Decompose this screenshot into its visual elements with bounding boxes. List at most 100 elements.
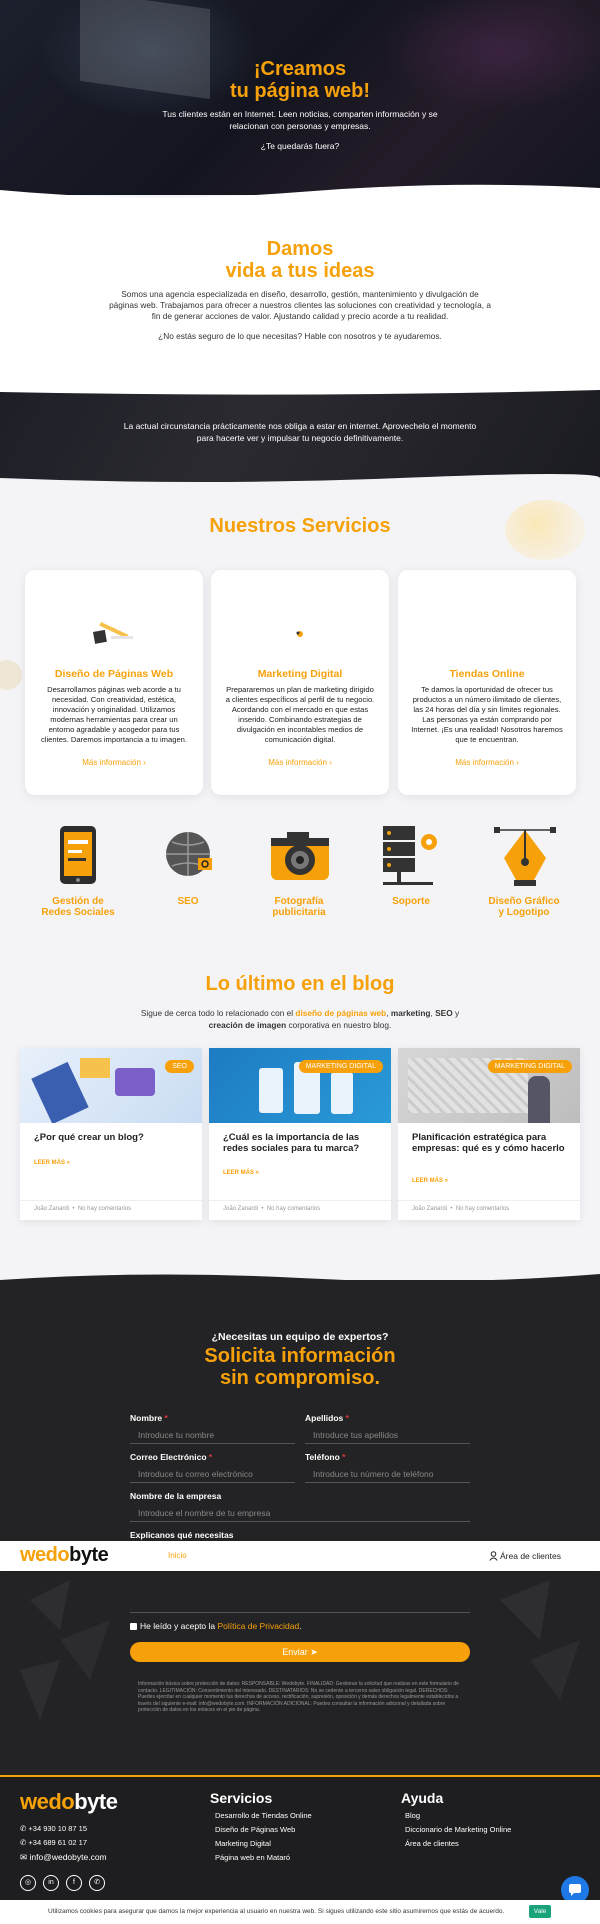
blog-post-card[interactable]: MARKETING DIGITAL ¿Cuál es la importanci…	[209, 1048, 391, 1220]
post-title[interactable]: ¿Cuál es la importancia de las redes soc…	[223, 1132, 377, 1154]
blog-post-card[interactable]: MARKETING DIGITAL Planificación estratég…	[398, 1048, 580, 1220]
category-badge[interactable]: MARKETING DIGITAL	[298, 1060, 383, 1073]
footer-link[interactable]: Blog	[405, 1811, 420, 1820]
apellidos-label: Apellidos *	[305, 1413, 349, 1423]
chat-bubble-icon	[569, 1884, 581, 1896]
card-more-link[interactable]: Más información ›	[25, 758, 203, 767]
phone-icon: ✆	[20, 1838, 27, 1847]
service-label: Gestión de Redes Sociales	[41, 896, 115, 918]
footer-link[interactable]: Diccionario de Marketing Online	[405, 1825, 511, 1834]
correo-label: Correo Electrónico *	[130, 1452, 213, 1462]
service-label: SEO	[177, 896, 199, 907]
nav-item-inicio[interactable]: Inicio	[168, 1551, 187, 1560]
correo-input[interactable]: Introduce tu correo electrónico	[130, 1465, 295, 1483]
card-more-link[interactable]: Más información ›	[211, 758, 389, 767]
service-photography[interactable]: Fotografía publicitaria	[249, 820, 349, 920]
legal-text: Información básica sobre protección de d…	[138, 1681, 459, 1713]
client-area-link[interactable]: Área de clientes	[500, 1551, 561, 1561]
blog-title: Lo último en el blog	[205, 973, 395, 995]
privacy-policy-link[interactable]: Política de Privacidad	[218, 1621, 300, 1631]
card-title: Diseño de Páginas Web	[54, 668, 174, 680]
server-gear-icon	[383, 826, 437, 885]
read-more-link[interactable]: LEER MÁS »	[223, 1170, 259, 1176]
service-graphic-design[interactable]: Diseño Gráfico y Logotipo	[474, 820, 574, 920]
footer-logo[interactable]: wedobyte	[20, 1789, 118, 1815]
smartphone-icon	[60, 826, 96, 884]
service-label: Diseño Gráfico y Logotipo	[488, 896, 560, 918]
send-button[interactable]: Enviar ➤	[130, 1642, 470, 1662]
decorative-triangles	[20, 1580, 110, 1720]
hero-question: ¿Te quedarás fuera?	[260, 141, 340, 151]
phone-2[interactable]: ✆ +34 689 61 02 17	[20, 1838, 87, 1847]
ideas-help-text: ¿No estás seguro de lo que necesitas? Ha…	[158, 331, 442, 341]
whatsapp-icon[interactable]: ✆	[89, 1875, 105, 1891]
card-text: Te damos la oportunidad de ofrecer tus p…	[411, 685, 563, 744]
card-text: Prepararemos un plan de marketing dirigi…	[225, 685, 375, 744]
read-more-link[interactable]: LEER MÁS »	[412, 1178, 448, 1184]
phone-1[interactable]: ✆ +34 930 10 87 15	[20, 1824, 87, 1833]
privacy-checkbox[interactable]	[130, 1623, 137, 1630]
circumstance-text: La actual circunstancia prácticamente no…	[123, 421, 477, 443]
telefono-label: Teléfono *	[305, 1452, 346, 1462]
category-badge[interactable]: SEO	[165, 1060, 194, 1073]
marketing-illustration-icon	[296, 631, 303, 637]
hero-section: ¡Creamos tu página web! Tus clientes está…	[0, 0, 600, 195]
empresa-label: Nombre de la empresa	[130, 1491, 222, 1501]
ideas-title: Damos vida a tus ideas	[225, 238, 375, 282]
form-title: Solicita información sin compromiso.	[204, 1345, 396, 1389]
footer-link[interactable]: Desarrollo de Tiendas Online	[215, 1811, 312, 1820]
service-card-shop: Tiendas Online Te damos la oportunidad d…	[398, 570, 576, 795]
circumstance-band: La actual circunstancia prácticamente no…	[0, 390, 600, 482]
globe-search-icon	[166, 832, 212, 876]
email-link[interactable]: ✉ info@wedobyte.com	[20, 1852, 107, 1863]
blog-post-card[interactable]: SEO ¿Por qué crear un blog? LEER MÁS » J…	[20, 1048, 202, 1220]
pen-tool-icon	[494, 827, 556, 886]
telefono-input[interactable]: Introduce tu número de teléfono	[305, 1465, 470, 1483]
apellidos-input[interactable]: Introduce tus apellidos	[305, 1426, 470, 1444]
band-wave-top	[0, 386, 600, 395]
hero-title: ¡Creamos tu página web!	[230, 58, 370, 102]
nombre-label: Nombre *	[130, 1413, 168, 1423]
post-title[interactable]: ¿Por qué crear un blog?	[34, 1132, 188, 1143]
card-text: Desarrollamos páginas web acorde a tu ne…	[40, 685, 188, 744]
service-support[interactable]: Soporte	[361, 820, 461, 920]
empresa-input[interactable]: Introduce el nombre de tu empresa	[130, 1504, 470, 1522]
post-meta: João Zanardi • No hay comentarios	[398, 1200, 580, 1212]
service-card-web: Diseño de Páginas Web Desarrollamos pági…	[25, 570, 203, 795]
card-more-link[interactable]: Más información ›	[398, 758, 576, 767]
nombre-input[interactable]: Introduce tu nombre	[130, 1426, 295, 1444]
service-card-marketing: Marketing Digital Prepararemos un plan d…	[211, 570, 389, 795]
blog-subtitle: Sigue de cerca todo lo relacionado con e…	[140, 1008, 460, 1030]
privacy-label: He leído y acepto la Política de Privaci…	[140, 1621, 302, 1631]
explica-label: Explicanos qué necesitas	[130, 1530, 234, 1540]
phone-icon: ✆	[20, 1824, 27, 1833]
footer-link[interactable]: Diseño de Páginas Web	[215, 1825, 295, 1834]
read-more-link[interactable]: LEER MÁS »	[34, 1160, 70, 1166]
user-icon	[489, 1551, 498, 1561]
decorative-circle-small	[0, 660, 22, 690]
decorative-triangles	[500, 1580, 580, 1700]
footer-link[interactable]: Área de clientes	[405, 1839, 459, 1848]
facebook-icon[interactable]: f	[66, 1875, 82, 1891]
footer-link[interactable]: Marketing Digital	[215, 1839, 271, 1848]
cookie-text: Utilizamos cookies para asegurar que dam…	[48, 1908, 505, 1915]
footer-servicios-title: Servicios	[210, 1790, 273, 1806]
footer-link[interactable]: Página web en Mataró	[215, 1853, 290, 1862]
hero-text: Tus clientes están en Internet. Leen not…	[162, 109, 438, 131]
post-title[interactable]: Planificación estratégica para empresas:…	[412, 1132, 566, 1154]
web-design-illustration-icon	[93, 622, 133, 644]
cookie-bar: Utilizamos cookies para asegurar que dam…	[0, 1900, 600, 1924]
wedobyte-logo[interactable]: wedobyte	[20, 1544, 109, 1567]
cookie-accept-button[interactable]: Vale	[529, 1905, 551, 1918]
camera-icon	[271, 832, 329, 880]
instagram-icon[interactable]: ◎	[20, 1875, 36, 1891]
explica-textarea[interactable]	[130, 1612, 470, 1613]
mail-icon: ✉	[20, 1852, 28, 1862]
service-social-media[interactable]: Gestión de Redes Sociales	[28, 820, 128, 920]
post-meta: João Zanardi • No hay comentarios	[20, 1200, 202, 1212]
service-seo[interactable]: SEO	[138, 820, 238, 920]
category-badge[interactable]: MARKETING DIGITAL	[487, 1060, 572, 1073]
card-title: Tiendas Online	[449, 668, 525, 680]
service-label: Soporte	[392, 896, 430, 907]
linkedin-icon[interactable]: in	[43, 1875, 59, 1891]
